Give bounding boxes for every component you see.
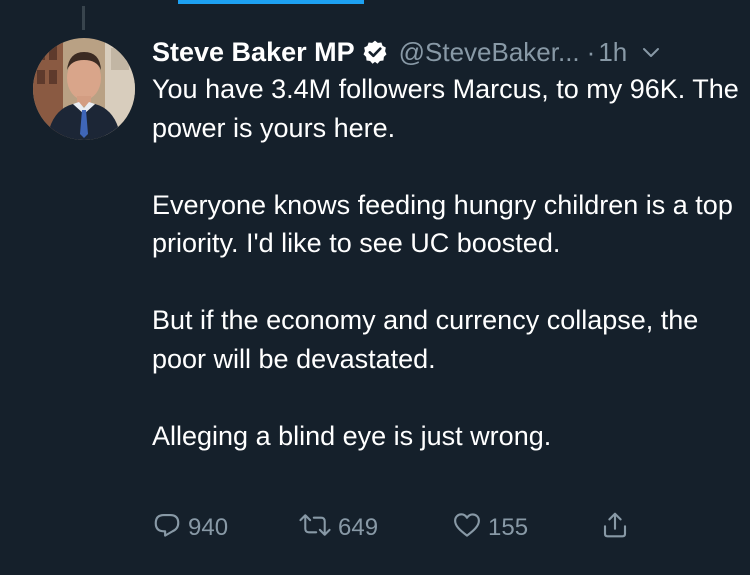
- user-handle[interactable]: @SteveBaker...: [399, 37, 580, 68]
- tweet-paragraph: You have 3.4M followers Marcus, to my 96…: [152, 74, 739, 143]
- retweet-icon: [298, 510, 332, 547]
- tweet-paragraph: But if the economy and currency collapse…: [152, 305, 699, 374]
- reply-count: 940: [188, 514, 229, 541]
- tweet-actions: 940 649 155: [152, 508, 652, 548]
- reply-icon: [152, 510, 182, 547]
- share-icon: [600, 510, 630, 547]
- tweet-body: You have 3.4M followers Marcus, to my 96…: [152, 70, 742, 455]
- verified-badge-icon: [362, 39, 388, 65]
- tweet-paragraph: Everyone knows feeding hungry children i…: [152, 189, 733, 259]
- like-count: 155: [488, 514, 529, 541]
- chevron-down-icon[interactable]: [639, 40, 663, 64]
- tab-active-indicator: [178, 0, 364, 4]
- share-button[interactable]: [600, 508, 630, 548]
- thread-connector-line: [82, 6, 85, 30]
- separator-dot: ·: [586, 36, 596, 67]
- retweet-button[interactable]: 649: [298, 508, 378, 548]
- tweet-paragraph: Alleging a blind eye is just wrong.: [152, 420, 552, 451]
- like-button[interactable]: 155: [452, 508, 528, 548]
- avatar[interactable]: [33, 38, 135, 140]
- retweet-count: 649: [338, 514, 379, 541]
- tweet-header: Steve Baker MP @SteveBaker... · 1h: [152, 32, 742, 72]
- reply-button[interactable]: 940: [152, 508, 228, 548]
- heart-icon: [452, 510, 482, 547]
- display-name[interactable]: Steve Baker MP: [152, 37, 355, 68]
- tweet-timestamp[interactable]: 1h: [598, 37, 627, 68]
